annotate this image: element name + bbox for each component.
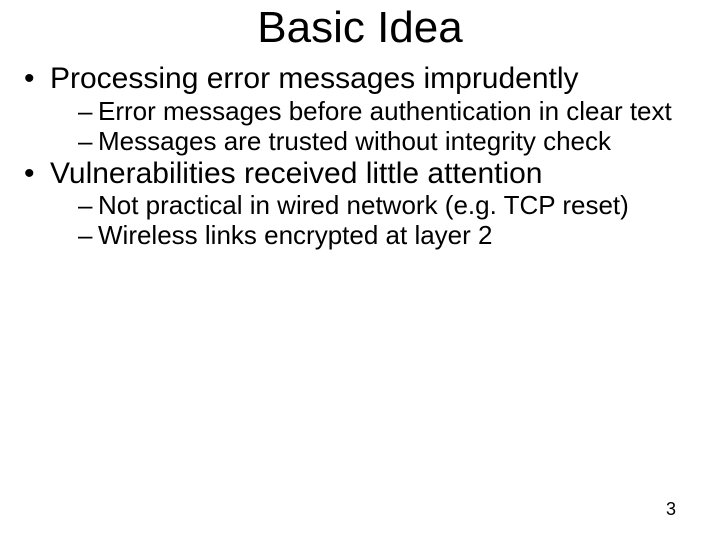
slide-title: Basic Idea xyxy=(0,0,720,52)
list-item: Messages are trusted without integrity c… xyxy=(78,127,696,157)
list-item: Vulnerabilities received little attentio… xyxy=(24,157,696,251)
slide: Basic Idea Processing error messages imp… xyxy=(0,0,720,540)
sub-bullet-list: Not practical in wired network (e.g. TCP… xyxy=(50,191,696,251)
sub-bullet-list: Error messages before authentication in … xyxy=(50,97,696,157)
list-item: Processing error messages imprudently Er… xyxy=(24,62,696,156)
slide-content: Processing error messages imprudently Er… xyxy=(0,62,720,251)
list-item: Wireless links encrypted at layer 2 xyxy=(78,221,696,251)
bullet-text: Vulnerabilities received little attentio… xyxy=(50,157,543,190)
bullet-list: Processing error messages imprudently Er… xyxy=(24,62,696,251)
sub-bullet-text: Not practical in wired network (e.g. TCP… xyxy=(98,190,629,220)
list-item: Error messages before authentication in … xyxy=(78,97,696,127)
sub-bullet-text: Wireless links encrypted at layer 2 xyxy=(98,220,492,250)
page-number: 3 xyxy=(666,499,676,520)
sub-bullet-text: Messages are trusted without integrity c… xyxy=(98,126,611,156)
sub-bullet-text: Error messages before authentication in … xyxy=(98,96,672,126)
bullet-text: Processing error messages imprudently xyxy=(50,62,579,95)
list-item: Not practical in wired network (e.g. TCP… xyxy=(78,191,696,221)
